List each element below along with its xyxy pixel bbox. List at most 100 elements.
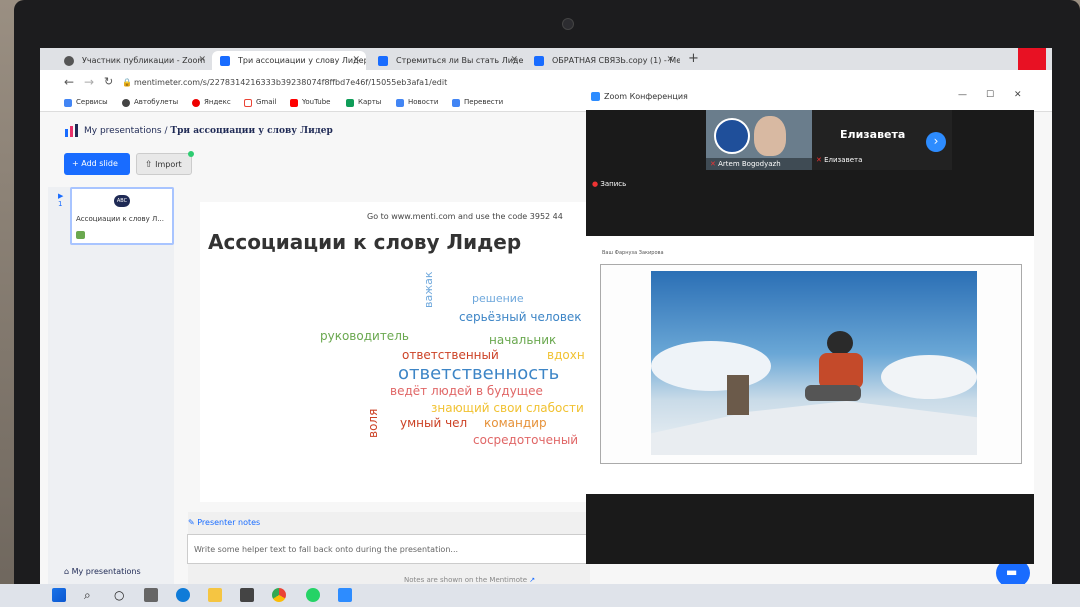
word-cloud-word: важак [422, 271, 435, 308]
pencil-icon: ✎ [188, 518, 195, 527]
mic-muted-icon: ✕ [816, 156, 822, 164]
participant-name: Artem Bogodyazh [718, 160, 781, 168]
word-cloud-word: руководитель [320, 329, 409, 343]
import-button[interactable]: ⇧ Import [136, 151, 194, 175]
slide-thumbnail[interactable]: ABC Ассоциации к слову Л... [70, 187, 174, 245]
task-view-icon[interactable] [144, 588, 158, 602]
cloud-shape [651, 341, 771, 391]
tab-label: Три ассоциации у слову Лидер [238, 56, 366, 65]
recording-label: Запись [600, 180, 627, 188]
join-instructions: Go to www.menti.com and use the code 395… [367, 212, 563, 221]
close-icon[interactable]: ✕ [352, 55, 360, 65]
windows-taskbar: ⌕ ○ [0, 584, 1080, 607]
chrome-icon[interactable] [272, 588, 286, 602]
tab-label: Участник публикации - Zoom [82, 56, 206, 65]
participant-big-name: Елизавета [840, 128, 906, 141]
close-icon[interactable]: ✕ [666, 55, 674, 65]
reload-icon[interactable]: ↻ [104, 75, 113, 88]
bookmark-translate[interactable]: Перевести [452, 98, 503, 107]
climber-head [827, 331, 853, 355]
next-page-button[interactable]: › [926, 132, 946, 152]
webcam [562, 18, 574, 30]
bookmark-youtube[interactable]: YouTube [290, 98, 331, 107]
translate-icon [452, 99, 460, 107]
upload-icon: ⇧ [145, 160, 153, 170]
bookmark-label: YouTube [302, 98, 331, 106]
participant-name-tag: ✕ Елизавета [816, 156, 862, 164]
add-slide-button[interactable]: + Add slide [64, 153, 130, 175]
forward-arrow-icon[interactable]: → [84, 75, 94, 89]
presenter-notes-toggle[interactable]: ✎ Presenter notes [188, 518, 260, 527]
zoom-taskbar-icon[interactable] [338, 588, 352, 602]
tab-label: Стремиться ли Вы стать Лидер [396, 56, 524, 65]
import-label: Import [155, 160, 182, 169]
lock-icon: 🔒 [122, 78, 132, 87]
recording-indicator: ● Запись [592, 180, 626, 188]
participant-face [754, 116, 786, 156]
slide-title: Ассоциации к слову Лидер [208, 230, 522, 254]
close-icon[interactable]: ✕ [1014, 90, 1022, 100]
edge-icon[interactable] [176, 588, 190, 602]
zoom-window: Zoom Конференция — ☐ ✕ ✕ Artem Bogodyazh… [586, 86, 1038, 564]
word-cloud-word: начальник [489, 333, 557, 347]
zoom-logo-icon [591, 92, 600, 101]
apps-icon [64, 99, 72, 107]
presentation-title[interactable]: Три ассоциации у слову Лидер [170, 126, 332, 136]
breadcrumb-root-link[interactable]: My presentations [84, 126, 162, 136]
globe-icon [122, 99, 130, 107]
bookmark-yandex[interactable]: Яндекс [192, 98, 231, 107]
new-tab-icon[interactable]: + [688, 51, 699, 66]
store-icon[interactable] [240, 588, 254, 602]
browser-tab-feedback[interactable]: ОБРАТНАЯ СВЯЗЬ.copy (1) - Ме ✕ [526, 51, 680, 70]
chevron-right-icon: › [933, 134, 939, 148]
mic-muted-icon: ✕ [710, 160, 716, 168]
slide-canvas[interactable]: Go to www.menti.com and use the code 395… [200, 202, 590, 502]
word-cloud-word: ответственность [398, 363, 560, 384]
bookmark-gmail[interactable]: Gmail [244, 98, 277, 107]
zoom-title-bar: Zoom Конференция — ☐ ✕ [586, 86, 1038, 110]
bookmark-label: Яндекс [204, 98, 231, 106]
tab-label: ОБРАТНАЯ СВЯЗЬ.copy (1) - Ме [552, 56, 680, 65]
globe-icon [64, 56, 74, 66]
bookmark-maps[interactable]: Карты [346, 98, 382, 107]
minimize-icon[interactable]: — [958, 90, 967, 100]
back-arrow-icon[interactable]: ← [64, 75, 74, 89]
file-explorer-icon[interactable] [208, 588, 222, 602]
browser-tab-mentimeter[interactable]: Три ассоциации у слову Лидер ✕ [212, 51, 366, 70]
maximize-icon[interactable]: ☐ [986, 90, 994, 100]
windows-start-icon[interactable] [52, 588, 66, 602]
slide-number-text: 1 [58, 200, 63, 208]
cortana-icon[interactable]: ○ [114, 588, 128, 602]
participant-video-artem[interactable]: ✕ Artem Bogodyazh [706, 110, 812, 170]
my-presentations-link[interactable]: ⌂ My presentations [64, 567, 141, 576]
bookmark-label: Карты [358, 98, 382, 106]
word-cloud-icon: ABC [114, 195, 130, 207]
external-link-icon[interactable]: ↗ [529, 576, 535, 584]
participant-name: Елизавета [824, 156, 863, 164]
avatar [714, 118, 750, 154]
close-icon[interactable]: ✕ [198, 55, 206, 65]
home-icon: ⌂ [64, 567, 70, 576]
slide-list [48, 187, 174, 587]
word-cloud-word: командир [484, 416, 547, 430]
mentimeter-icon [534, 56, 544, 66]
mentimeter-icon [378, 56, 388, 66]
bookmark-autobilet[interactable]: Автобулеты [122, 98, 179, 107]
add-slide-label: + Add slide [72, 159, 118, 168]
bookmark-news[interactable]: Новости [396, 98, 438, 107]
search-icon[interactable]: ⌕ [84, 588, 98, 602]
browser-tab-zoom[interactable]: Участник публикации - Zoom ✕ [56, 51, 212, 70]
laptop-screen: Участник публикации - Zoom ✕ Три ассоциа… [40, 48, 1052, 607]
window-close-button[interactable] [1018, 48, 1046, 70]
bookmark-label: Gmail [256, 98, 277, 106]
bookmark-services[interactable]: Сервисы [64, 98, 108, 107]
notification-dot [188, 151, 194, 157]
participant-name-tag: ✕ Artem Bogodyazh [706, 158, 812, 170]
close-icon[interactable]: ✕ [510, 55, 518, 65]
whatsapp-icon[interactable] [306, 588, 320, 602]
bookmark-label: Автобулеты [134, 98, 179, 106]
mentimeter-logo-icon [65, 124, 78, 137]
word-cloud-word: вдохн [547, 348, 585, 362]
summit-marker [727, 375, 749, 415]
browser-tab-leader[interactable]: Стремиться ли Вы стать Лидер ✕ [370, 51, 524, 70]
